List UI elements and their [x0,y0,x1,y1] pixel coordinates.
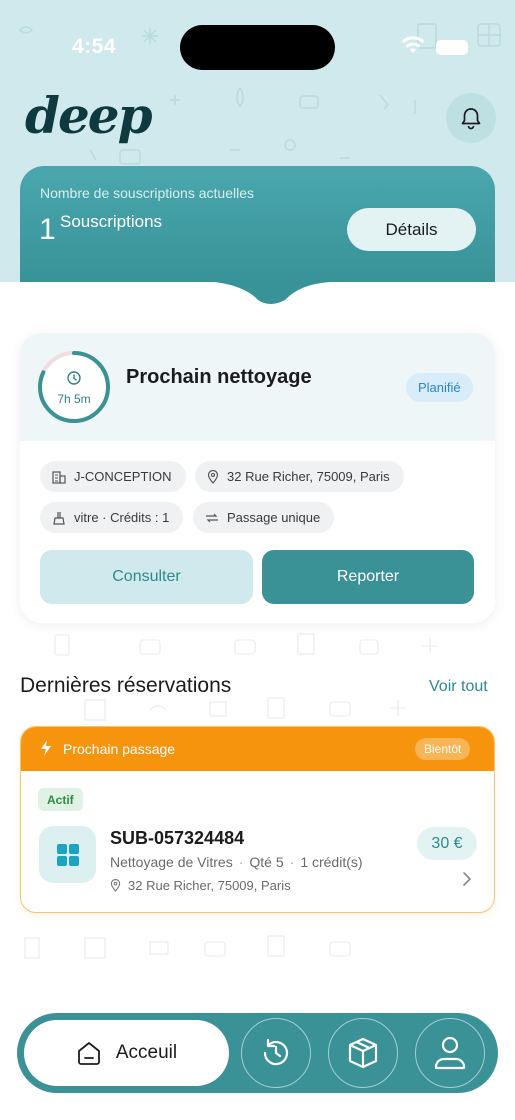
status-badge: Planifié [406,373,473,402]
see-all-link[interactable]: Voir tout [429,678,488,696]
bottom-tab-bar: Acceuil [17,1013,498,1093]
reservation-banner: Prochain passage Bientôt [21,727,494,771]
frequency-text: Passage unique [227,510,321,525]
status-bar: 4:54 [0,0,515,80]
card-notch [20,280,495,304]
soon-badge: Bientôt [415,738,471,760]
recent-reservations-title: Dernières réservations [20,674,232,697]
active-badge: Actif [38,788,83,811]
repeat-icon [206,513,218,522]
next-cleaning-header: 7h 5m Prochain nettoyage Planifié [20,333,495,441]
broom-icon [53,511,65,525]
address-text: 32 Rue Richer, 75009, Paris [227,469,390,484]
reservation-address-text: 32 Rue Richer, 75009, Paris [128,878,291,893]
subscriptions-count: 1 [39,213,56,246]
tab-home[interactable]: Acceuil [24,1020,229,1086]
window-grid-icon [56,843,79,866]
status-time: 4:54 [72,35,117,58]
company-chip: J-CONCEPTION [40,461,186,492]
bell-icon [461,108,481,130]
tab-history[interactable] [241,1018,311,1088]
tab-profile[interactable] [415,1018,485,1088]
dynamic-island [180,25,335,70]
banner-label: Prochain passage [63,741,176,757]
history-icon [263,1038,289,1066]
service-text: vitre · Crédits : 1 [74,510,170,525]
tab-packages[interactable] [328,1018,398,1088]
reservation-price: 30 € [417,827,477,860]
report-button[interactable]: Reporter [262,550,474,604]
frequency-chip: Passage unique [193,502,335,533]
box-icon [348,1037,378,1069]
windows-service-icon [39,826,96,883]
subscriptions-card: Nombre de souscriptions actuelles 1 Sous… [20,166,495,282]
next-cleaning-card[interactable]: 7h 5m Prochain nettoyage Planifié J-CONC… [20,333,495,623]
reservation-card[interactable]: Prochain passage Bientôt Actif SUB-05732… [20,726,495,913]
next-cleaning-title: Prochain nettoyage [126,366,312,388]
subscriptions-label: Nombre de souscriptions actuelles [40,185,254,201]
battery-icon [436,40,468,55]
reservation-address: 32 Rue Richer, 75009, Paris [110,878,291,893]
wifi-icon [401,36,425,53]
reservation-service: Nettoyage de Vitres [110,854,233,870]
countdown-time: 7h 5m [57,392,91,406]
profile-icon [434,1036,466,1070]
details-button[interactable]: Détails [347,208,476,251]
app-logo: deep [25,86,153,145]
reservation-meta: Nettoyage de Vitres · Qté 5 · 1 crédit(s) [110,854,363,870]
service-chip: vitre · Crédits : 1 [40,502,184,533]
notifications-button[interactable] [446,93,496,143]
company-name: J-CONCEPTION [74,469,172,484]
tab-home-label: Acceuil [115,1042,178,1063]
reservation-credits: 1 crédit(s) [300,854,363,870]
countdown-ring [38,351,110,423]
reservation-id: SUB-057324484 [110,828,245,848]
bolt-icon [41,740,51,756]
address-chip: 32 Rue Richer, 75009, Paris [195,461,404,492]
chevron-right-icon [463,872,471,886]
subscriptions-count-label: Souscriptions [60,212,163,231]
consult-button[interactable]: Consulter [40,550,253,604]
location-pin-icon [110,879,121,892]
location-pin-icon [207,469,219,484]
building-icon [52,470,66,484]
home-icon [77,1042,100,1065]
reservation-quantity: Qté 5 [249,854,284,870]
